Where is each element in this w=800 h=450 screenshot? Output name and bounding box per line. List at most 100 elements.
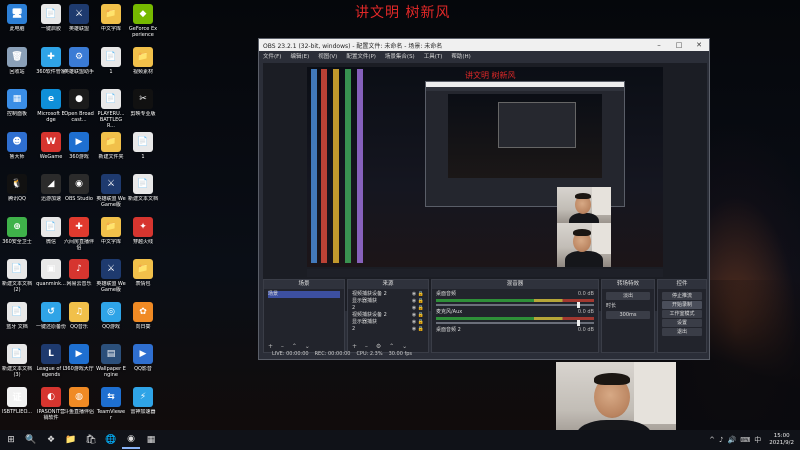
obs-taskbar-icon[interactable]: ◉ xyxy=(122,431,140,449)
maximize-button[interactable]: □ xyxy=(669,41,689,49)
desktop-icon[interactable]: ✂ 剪映专业版 xyxy=(128,89,158,117)
search-icon[interactable]: 🔍 xyxy=(22,431,40,449)
desktop-icon[interactable]: ⚔ 英雄联盟 WeGame版 xyxy=(96,259,126,293)
exit-button[interactable]: 退出 xyxy=(662,328,702,336)
desktop-icon[interactable]: ◍ 斗鱼直播伴侣 xyxy=(64,386,94,415)
eye-icon[interactable]: ◉ 🔒 xyxy=(412,298,424,305)
desktop-icon[interactable]: ⇆ TeamViewer xyxy=(96,386,126,421)
desktop-icon[interactable]: ▦ 控制面板 xyxy=(2,89,32,117)
menu-tools[interactable]: 工具(T) xyxy=(424,52,443,60)
desktop-icon[interactable]: ▣ quanmink... xyxy=(36,259,66,287)
desktop-icon[interactable]: ◆ GeForce Experience xyxy=(128,4,158,38)
desktop-icon[interactable]: ✦ 穿越火线 xyxy=(128,216,158,245)
desktop-icon[interactable]: 📄 微信 xyxy=(36,216,66,245)
desktop-icon[interactable]: e Microsoft Edge xyxy=(36,89,66,123)
source-item[interactable]: 显示器捕获 ◉ 🔒 xyxy=(352,319,424,326)
desktop-icon[interactable]: 📄 新建文本文档 (3) xyxy=(2,344,32,378)
scene-item[interactable]: 场景 xyxy=(268,291,340,298)
desktop-icon[interactable]: ◐ IPASONIT营销软件 xyxy=(36,386,66,421)
desktop-icon-label: 1 xyxy=(141,153,145,160)
desktop-icon[interactable]: ✿ 向日葵 xyxy=(128,301,158,330)
eye-icon[interactable]: ◉ 🔒 xyxy=(412,312,424,319)
source-item[interactable]: 视频捕获设备 2 ◉ 🔒 xyxy=(352,312,424,319)
desktop-icon[interactable]: 📄 一键启胶 xyxy=(36,4,66,32)
obs-preview[interactable]: 讲文明 树新风 xyxy=(263,63,707,311)
file-explorer-icon[interactable]: 📁 xyxy=(62,431,80,449)
menu-view[interactable]: 视图(V) xyxy=(318,52,337,60)
desktop-icon[interactable]: ⚔ 英雄联盟 WeGame版 xyxy=(96,174,126,208)
browser-icon[interactable]: 🌐 xyxy=(102,431,120,449)
desktop-icon[interactable]: 📄 1 xyxy=(128,131,158,160)
desktop-icon[interactable]: 证 ISBTFLIEO... xyxy=(2,386,32,415)
desktop-icon[interactable]: 📄 PLAYERU... BATTLEGR... xyxy=(96,89,126,129)
desktop-icon[interactable]: 🐧 腾讯QQ xyxy=(2,174,32,202)
desktop-icon[interactable]: 📄 新建文本文档 xyxy=(128,174,158,202)
desktop-icon[interactable]: 📁 新建文件夹 xyxy=(96,131,126,160)
desktop-icon[interactable]: ▶ 360游戏大厅 xyxy=(64,344,94,372)
close-button[interactable]: ✕ xyxy=(689,41,709,49)
desktop-icon[interactable]: 📁 中文字库 xyxy=(96,4,126,32)
desktop-icon[interactable]: ◢ 迅游加速 xyxy=(36,174,66,202)
store-icon[interactable]: 🛍 xyxy=(82,431,100,449)
desktop-icon[interactable]: 📁 表情包 xyxy=(128,259,158,287)
desktop-icon[interactable]: 📄 新建文本文档 (2) xyxy=(2,259,32,293)
tray-music-icon[interactable]: ♪ xyxy=(719,436,723,444)
desktop-icon[interactable]: ♪ 网易云音乐 xyxy=(64,259,94,287)
desktop-icon[interactable]: ⚙ 英雄联盟助手 xyxy=(64,46,94,75)
settings-button[interactable]: 设置 xyxy=(662,319,702,327)
eye-icon[interactable]: ◉ 🔒 xyxy=(412,326,424,333)
desktop-icon[interactable]: ⚡ 雷神加速器 xyxy=(128,386,158,415)
desktop-icon[interactable]: ☻ 鲁大师 xyxy=(2,131,32,160)
desktop-icon[interactable]: ◉ OBS Studio xyxy=(64,174,94,202)
volume-icon[interactable]: 🔊 xyxy=(727,436,736,444)
menu-scene-collection[interactable]: 场景集合(S) xyxy=(385,52,415,60)
menu-profile[interactable]: 配置文件(P) xyxy=(346,52,376,60)
menu-edit[interactable]: 编辑(E) xyxy=(290,52,309,60)
obs-titlebar[interactable]: OBS 23.2.1 (32-bit, windows) - 配置文件: 未命名… xyxy=(259,39,709,51)
desktop-icon[interactable]: L League of Legends xyxy=(36,344,66,378)
eye-icon[interactable]: ◉ 🔒 xyxy=(412,291,424,298)
desktop-icon[interactable]: 📁 中文字库 xyxy=(96,216,126,245)
desktop-icon[interactable]: ♫ QQ音乐 xyxy=(64,301,94,330)
minimize-button[interactable]: – xyxy=(649,41,669,49)
desktop-icon[interactable]: W WeGame xyxy=(36,131,66,160)
start-recording-button[interactable]: 开始录制 xyxy=(662,301,702,309)
menu-file[interactable]: 文件(F) xyxy=(263,52,281,60)
desktop-icon[interactable]: ▶ QQ影音 xyxy=(128,344,158,372)
source-item[interactable]: 视频捕获设备 2 ◉ 🔒 xyxy=(352,291,424,298)
desktop-icon[interactable]: 🗑 回收站 xyxy=(2,46,32,75)
desktop-icon[interactable]: ◎ QQ游戏 xyxy=(96,301,126,330)
clock[interactable]: 15:00 2021/9/2 xyxy=(769,433,794,447)
eye-icon[interactable]: ◉ 🔒 xyxy=(412,305,424,312)
menu-help[interactable]: 帮助(H) xyxy=(451,52,470,60)
tray-expand-icon[interactable]: ^ xyxy=(709,436,715,444)
desktop-icon[interactable]: ▶ 360游戏 xyxy=(64,131,94,160)
volume-slider[interactable] xyxy=(436,320,594,326)
keyboard-icon[interactable]: ⌨ xyxy=(740,436,750,444)
start-icon[interactable]: ⊞ xyxy=(2,431,20,449)
transition-select[interactable]: 淡出 xyxy=(606,292,650,300)
desktop-icon[interactable]: ✚ 六间房直播伴侣 xyxy=(64,216,94,251)
studio-mode-button[interactable]: 工作室模式 xyxy=(662,310,702,318)
obs-window[interactable]: OBS 23.2.1 (32-bit, windows) - 配置文件: 未命名… xyxy=(258,38,710,360)
app-taskbar-icon[interactable]: ▦ xyxy=(142,431,160,449)
stop-streaming-button[interactable]: 停止推流 xyxy=(662,292,702,300)
task-view-icon[interactable]: ❖ xyxy=(42,431,60,449)
desktop-icon[interactable]: 📁 视频素材 xyxy=(128,46,158,75)
duration-input[interactable]: 300ms xyxy=(606,311,650,319)
desktop-icon[interactable]: ⚔ 英雄联盟 xyxy=(64,4,94,32)
eye-icon[interactable]: ◉ 🔒 xyxy=(412,319,424,326)
desktop-icon[interactable]: ⊕ 360安全卫士 xyxy=(2,216,32,245)
volume-slider[interactable] xyxy=(436,302,594,308)
desktop-icon[interactable]: 📄 1 xyxy=(96,46,126,75)
desktop-icon[interactable]: 🖥 此电脑 xyxy=(2,4,32,32)
source-item[interactable]: 2 ◉ 🔒 xyxy=(352,305,424,312)
desktop-icon[interactable]: ▤ Wallpaper Engine xyxy=(96,344,126,378)
ime-icon[interactable]: 中 xyxy=(754,435,761,445)
desktop-icon[interactable]: 📄 蓝牙 文档 xyxy=(2,301,32,330)
source-item[interactable]: 2 ◉ 🔒 xyxy=(352,326,424,333)
desktop-icon[interactable]: ✚ 360软件管家 xyxy=(36,46,66,75)
source-item[interactable]: 显示器捕获 ◉ 🔒 xyxy=(352,298,424,305)
desktop-icon[interactable]: ● Open Broadcast... xyxy=(64,89,94,123)
desktop-icon[interactable]: ↺ 一键还原备份 xyxy=(36,301,66,330)
